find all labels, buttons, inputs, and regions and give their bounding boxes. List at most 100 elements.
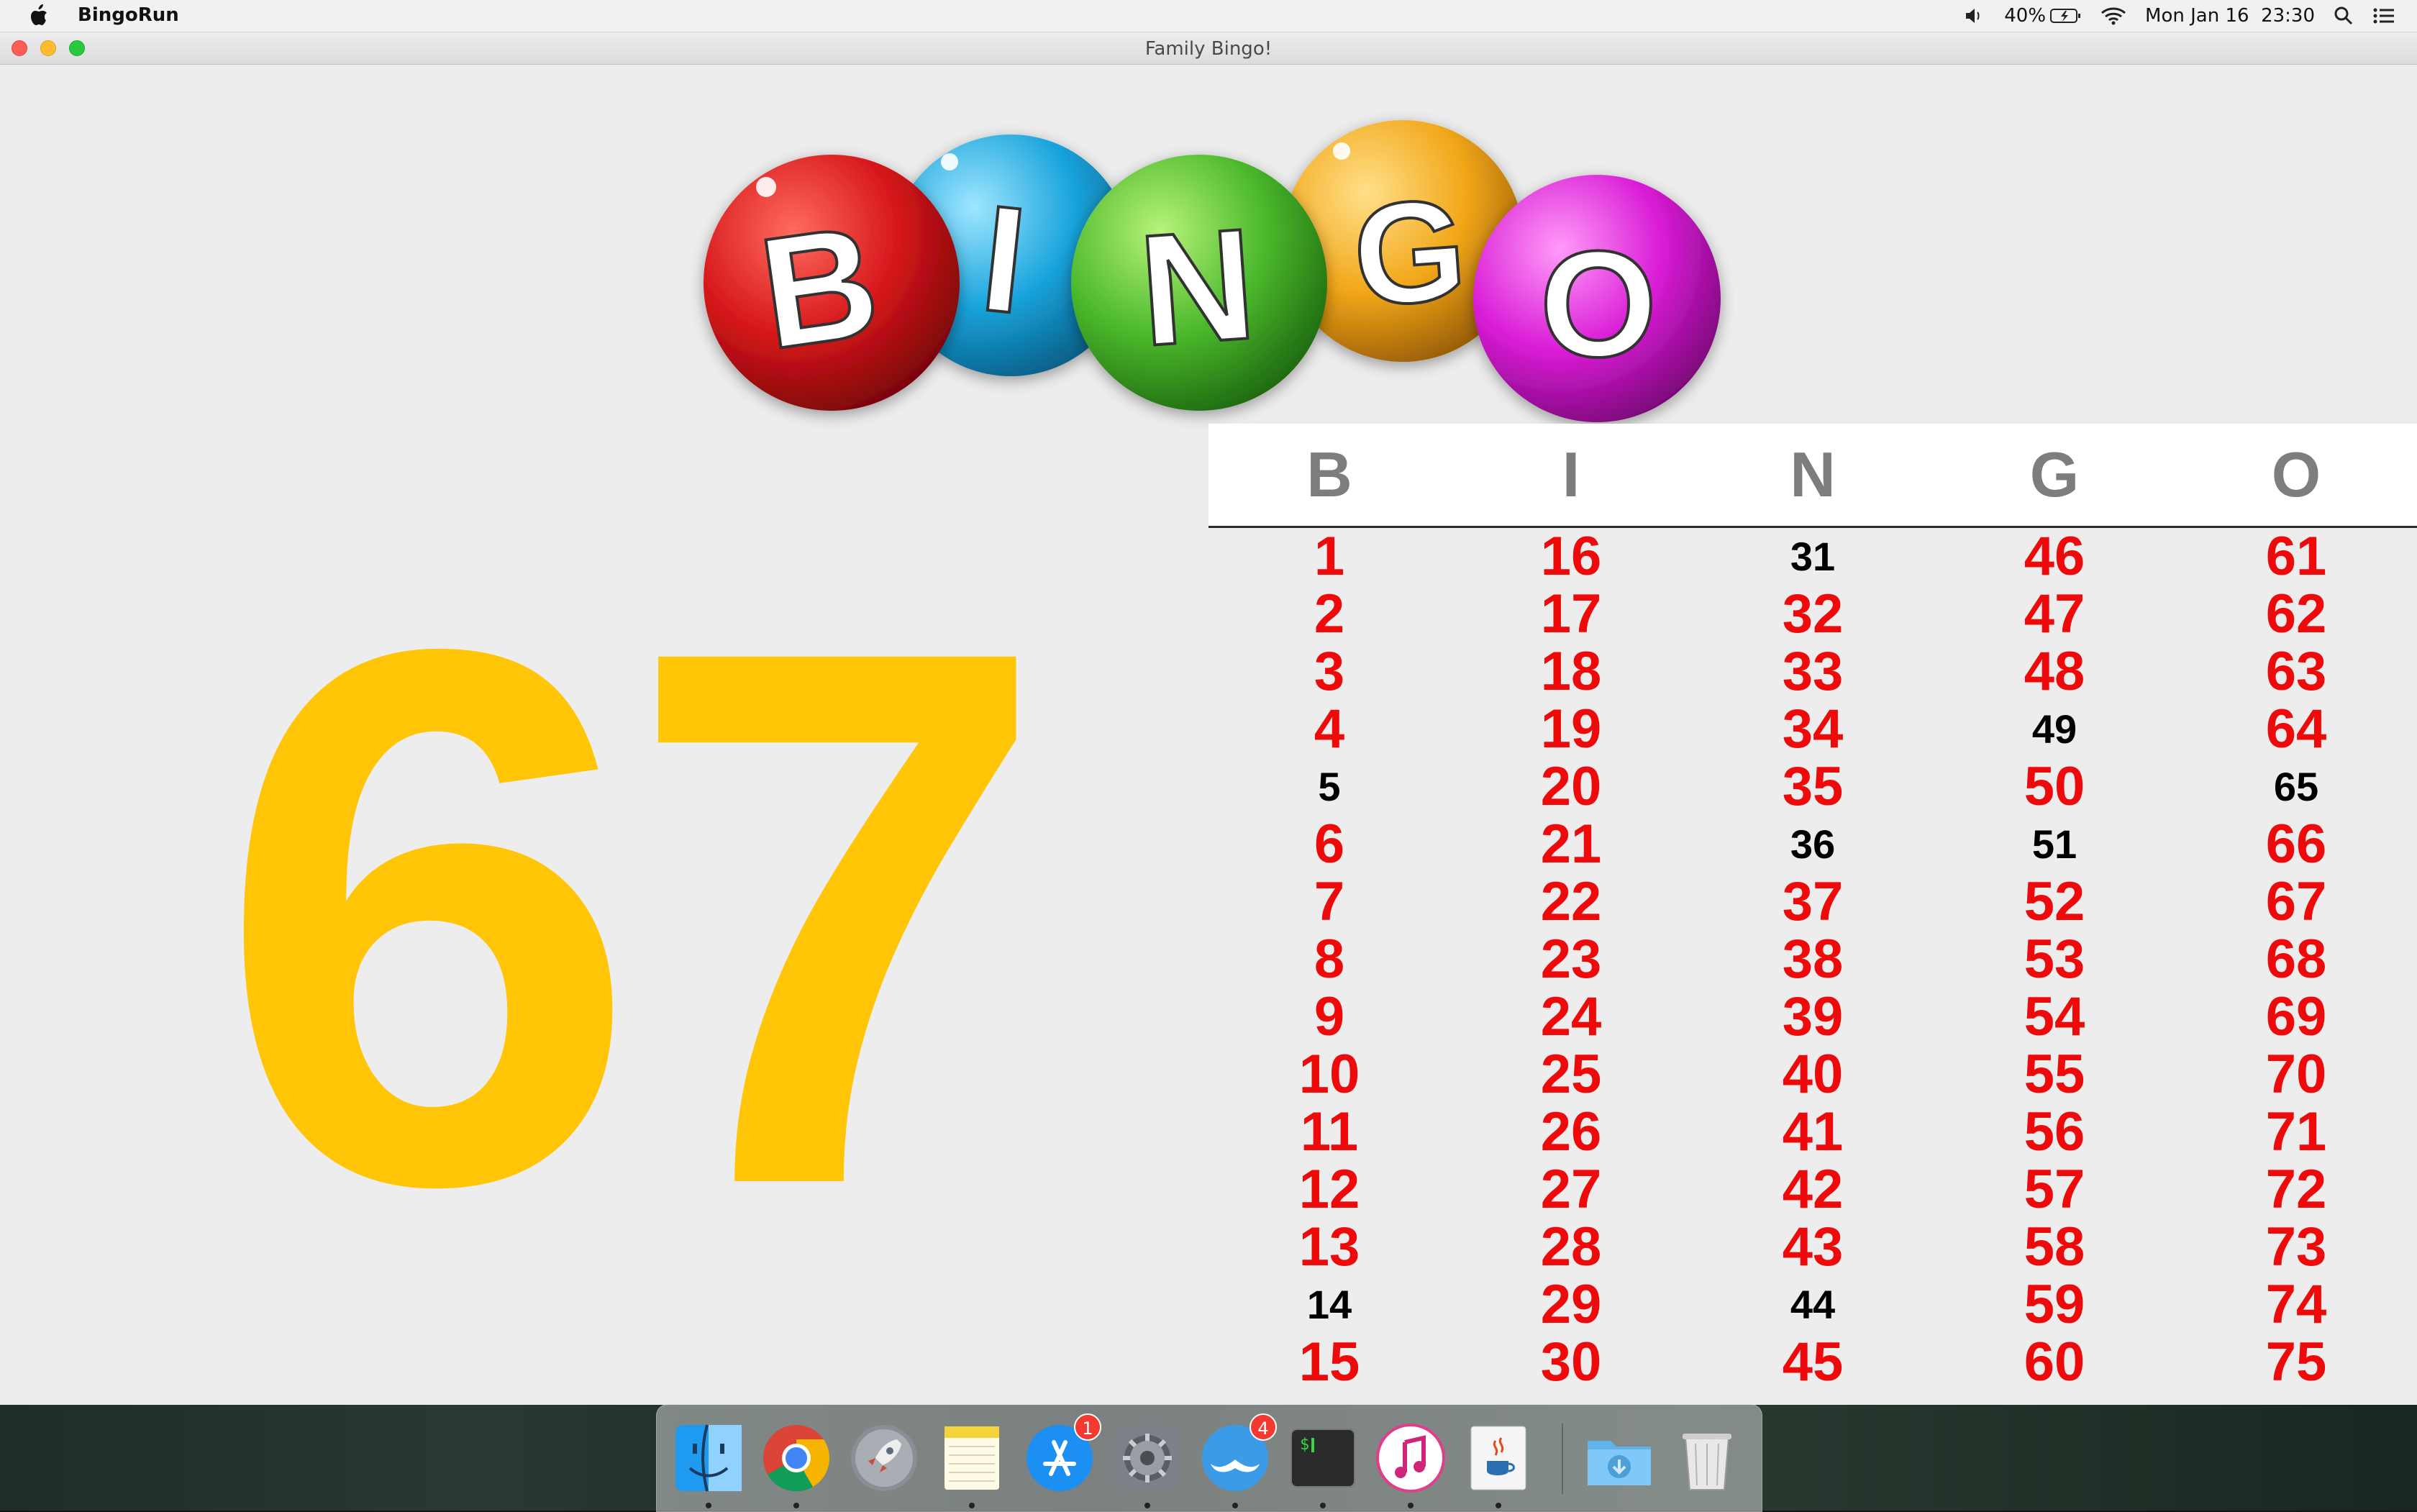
dock-item-launchpad[interactable] (847, 1421, 921, 1495)
number-cell-24: 24 (1540, 986, 1602, 1047)
number-cell-56: 56 (2024, 1101, 2085, 1162)
number-cell-21: 21 (1540, 814, 1602, 875)
number-cell-26: 26 (1540, 1101, 1602, 1162)
board-header: B I N G O (1208, 424, 2417, 528)
board-column-b: 1 2 3 4 5 6 7 8 9 10 11 12 13 14 15 (1208, 528, 1450, 1391)
spotlight-search-icon[interactable] (2334, 6, 2354, 26)
number-cell-55: 55 (2024, 1044, 2085, 1105)
window-title: Family Bingo! (1144, 38, 1273, 60)
column-header-b: B (1306, 439, 1352, 510)
number-cell-29: 29 (1540, 1274, 1602, 1335)
number-cell-7: 7 (1314, 871, 1345, 932)
number-cell-13: 13 (1298, 1216, 1360, 1278)
apple-icon[interactable] (26, 1, 55, 30)
battery-percent: 40% (2004, 5, 2047, 27)
number-cell-28: 28 (1540, 1216, 1602, 1278)
notification-badge: 4 (1250, 1413, 1277, 1441)
svg-text:B: B (750, 191, 888, 383)
number-cell-39: 39 (1782, 986, 1844, 1047)
number-cell-20: 20 (1540, 756, 1602, 817)
music-note-icon (1376, 1424, 1445, 1493)
dock-item-terminal[interactable]: $ (1285, 1421, 1360, 1508)
dock-item-notes[interactable] (934, 1421, 1009, 1508)
column-header-o: O (2271, 439, 2321, 510)
number-cell-49: 49 (2031, 706, 2077, 752)
menu-bar: BingoRun 40% Mon Jan 16 23:30 (0, 0, 2417, 32)
number-cell-71: 71 (2265, 1101, 2327, 1162)
dock-item-system-preferences[interactable] (1110, 1421, 1185, 1508)
running-indicator (1408, 1503, 1414, 1508)
dock-item-app-store[interactable]: 1 (1022, 1413, 1101, 1495)
dock-item-mustache-app[interactable]: 4 (1198, 1413, 1277, 1508)
ball-o: O (1473, 175, 1721, 422)
running-indicator (706, 1503, 711, 1508)
number-cell-75: 75 (2265, 1331, 2327, 1393)
dock-item-itunes[interactable] (1373, 1421, 1448, 1508)
bingo-logo: I G B N O (704, 120, 1721, 422)
window-titlebar[interactable]: Family Bingo! (0, 32, 2417, 65)
battery-status[interactable]: 40% (2004, 5, 2082, 27)
dock-separator (1562, 1424, 1563, 1494)
java-cup-icon (1470, 1426, 1526, 1490)
number-cell-50: 50 (2024, 756, 2085, 817)
number-cell-23: 23 (1540, 929, 1602, 990)
number-cell-44: 44 (1790, 1282, 1836, 1327)
running-indicator (1320, 1503, 1326, 1508)
board-column-n: 31 32 33 34 35 36 37 38 39 40 41 42 43 44 45 (1692, 528, 1934, 1391)
volume-icon[interactable] (1964, 6, 1985, 25)
number-cell-67: 67 (2265, 871, 2327, 932)
active-app-name[interactable]: BingoRun (78, 4, 179, 26)
running-indicator (793, 1503, 799, 1508)
terminal-icon: $ (1291, 1429, 1355, 1488)
number-cell-70: 70 (2265, 1044, 2327, 1105)
number-cell-15: 15 (1298, 1331, 1360, 1393)
number-cell-22: 22 (1540, 871, 1602, 932)
column-header-g: G (2029, 439, 2080, 510)
running-indicator (1496, 1503, 1501, 1508)
bingo-board: B I N G O 1 2 3 4 5 6 7 8 9 10 11 12 13 14 15 16 17 18 19 2… (1208, 424, 2417, 1391)
number-cell-36: 36 (1790, 821, 1836, 867)
dock-item-java[interactable] (1461, 1421, 1536, 1508)
number-cell-73: 73 (2265, 1216, 2327, 1278)
number-cell-48: 48 (2024, 641, 2085, 702)
board-body: 1 2 3 4 5 6 7 8 9 10 11 12 13 14 15 16 17 18 19 20 21 22 23 24 2… (1208, 528, 2417, 1391)
number-cell-10: 10 (1298, 1044, 1360, 1105)
number-cell-9: 9 (1314, 986, 1345, 1047)
number-cell-5: 5 (1318, 764, 1341, 809)
svg-text:N: N (1134, 195, 1261, 379)
number-cell-8: 8 (1314, 929, 1345, 990)
number-cell-18: 18 (1540, 641, 1602, 702)
number-cell-16: 16 (1540, 526, 1602, 587)
number-cell-52: 52 (2024, 871, 2085, 932)
launchpad-rocket-icon (851, 1425, 917, 1491)
downloads-folder-icon (1588, 1441, 1651, 1485)
number-cell-4: 4 (1314, 698, 1345, 760)
dock-item-trash[interactable] (1670, 1421, 1744, 1495)
number-cell-43: 43 (1782, 1216, 1844, 1278)
number-cell-41: 41 (1782, 1101, 1844, 1162)
dock-item-downloads[interactable] (1582, 1421, 1657, 1495)
notification-center-icon[interactable] (2372, 6, 2395, 25)
number-cell-34: 34 (1782, 698, 1844, 760)
number-cell-11: 11 (1300, 1101, 1359, 1162)
number-cell-42: 42 (1782, 1159, 1844, 1220)
number-cell-2: 2 (1314, 583, 1345, 645)
wifi-icon[interactable] (2100, 6, 2126, 26)
dock-item-chrome[interactable] (759, 1421, 834, 1508)
menubar-clock[interactable]: Mon Jan 16 23:30 (2145, 5, 2315, 27)
number-cell-35: 35 (1782, 756, 1844, 817)
running-indicator (1144, 1503, 1150, 1508)
number-cell-57: 57 (2024, 1159, 2085, 1220)
ball-n: N (1071, 155, 1327, 411)
number-cell-58: 58 (2024, 1216, 2085, 1278)
svg-text:O: O (1539, 219, 1657, 388)
number-cell-6: 6 (1314, 814, 1345, 875)
number-cell-32: 32 (1782, 583, 1844, 645)
notes-icon (945, 1426, 999, 1490)
board-column-i: 16 17 18 19 20 21 22 23 24 25 26 27 28 29 30 (1450, 528, 1692, 1391)
number-cell-37: 37 (1782, 871, 1844, 932)
svg-text:$: $ (1300, 1436, 1309, 1454)
number-cell-74: 74 (2265, 1274, 2327, 1335)
dock-item-finder[interactable] (671, 1421, 746, 1508)
battery-icon (2050, 9, 2081, 23)
